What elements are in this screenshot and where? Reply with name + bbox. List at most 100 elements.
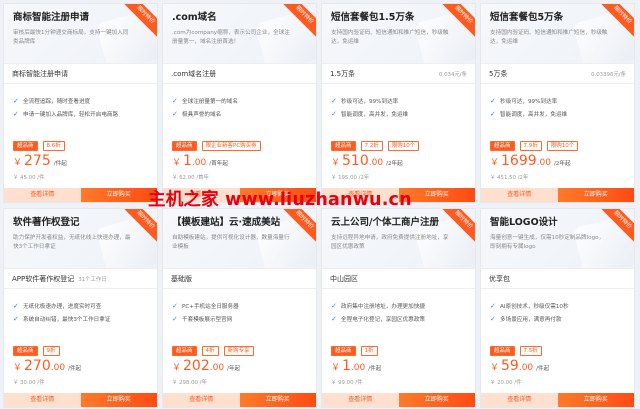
view-details-button[interactable]: 查看详情 [481, 188, 558, 202]
card-title[interactable]: 【模板建站】云·速成美站 [172, 214, 308, 228]
original-price: ￥ 99.00 /件 [331, 380, 363, 386]
promo-tag: 4折 [201, 346, 219, 356]
price: ￥ 1699.00/2年起 [490, 153, 571, 169]
card-title[interactable]: 软件著作权登记 [13, 214, 149, 228]
promo-tag: 超品商 [172, 141, 197, 151]
promo-tag: 超品商 [13, 346, 38, 356]
promo-tag: 超品商 [331, 141, 356, 151]
product-card[interactable]: 限时特价 软件著作权登记 助力保护开发者权益，无纸化线上快速办理，最快3个工作日… [3, 208, 158, 408]
currency-symbol: ￥ [172, 158, 182, 168]
price-unit: /2年起 [386, 161, 403, 167]
promo-tag: 超品商 [13, 141, 38, 151]
card-title[interactable]: 云上公司/个体工商户注册 [331, 214, 467, 228]
promo-tag: 9折 [42, 346, 60, 356]
currency-symbol: ￥ [331, 158, 341, 168]
product-card[interactable]: 限时特价 【模板建站】云·速成美站 自助模板建站，提供可视化设计器，数量海量行业… [162, 208, 317, 408]
product-card[interactable]: 限时特价 短信套餐包5万条 支持国内验证码、短信通知和推广短信，秒级触达，免运维… [480, 3, 635, 203]
feature-item: ✓ 政府集中注册地址，办理更加快捷 [331, 301, 425, 310]
feature-item: ✓ AI原创技术，秒级仅需10秒 [490, 301, 569, 310]
feature-item: ✓ 全球注册量第一的域名 [172, 96, 238, 105]
original-price: ￥ 30.00 /件 [13, 380, 45, 386]
price-amount: 1 [183, 153, 192, 169]
spec-selector[interactable]: APP软件著作权登记 31个工作日 [4, 268, 157, 289]
original-price: ￥ 195.00 /2年 [331, 175, 370, 181]
card-header: 限时特价 短信套餐包5万条 支持国内验证码、短信通知和推广短信，秒级触达，免运维 [481, 4, 634, 63]
spec-selector[interactable]: 优享包 [481, 268, 634, 289]
card-header: 限时特价 云上公司/个体工商户注册 支持远程异地申请，政府免费提供注册地址，享园… [322, 209, 475, 268]
spec-selector[interactable]: 1.5万条 0.034元/条 [322, 63, 475, 84]
original-price: ￥ 451.50 /2年 [490, 175, 529, 181]
card-actions: 查看详情 立即购买 [481, 188, 634, 202]
spec-selector[interactable]: 5万条 0.03396元/条 [481, 63, 634, 84]
feature-list: ✓ 无纸化极速办理，进度实时可查 ✓ 系统自动纠错，最快3个工作日拿证 [4, 289, 157, 339]
price-amount: 270 [24, 358, 51, 374]
card-header: 限时特价 软件著作权登记 助力保护开发者权益，无纸化线上快速办理，最快3个工作日… [4, 209, 157, 268]
promo-tags: 超品商 9折 [13, 346, 60, 356]
price-amount: 202 [183, 358, 210, 374]
view-details-button[interactable]: 查看详情 [4, 393, 81, 407]
currency-symbol: ￥ [490, 363, 500, 373]
price-unit: /首年起 [209, 161, 228, 167]
card-description: 支持国内验证码、短信通知和推广短信，秒级触达，免运维 [331, 30, 449, 45]
product-card[interactable]: 限时特价 .com域名 .com为company缩称，表示公司企业，全球注册量第… [162, 3, 317, 203]
feature-list: ✓ 政府集中注册地址，办理更加快捷 ✓ 全程电子化登记，享园区优惠政策 [322, 289, 475, 339]
buy-now-button[interactable]: 立即购买 [80, 188, 157, 202]
view-details-button[interactable]: 查看详情 [322, 393, 399, 407]
price: ￥ 270.00/件起 [13, 358, 81, 374]
price-amount: 59 [501, 358, 519, 374]
card-title[interactable]: 短信套餐包5万条 [490, 9, 626, 23]
price-unit: /年起 [227, 366, 241, 372]
product-card[interactable]: 限时特价 智能LOGO设计 海量创意一键生成，仅需10秒定制品牌logo，即刻拥… [480, 208, 635, 408]
card-title[interactable]: 商标智能注册申请 [13, 9, 149, 23]
spec-unit-price: 0.034元/条 [438, 71, 467, 78]
spec-label: 商标智能注册申请 [12, 69, 68, 78]
buy-now-button[interactable]: 立即购买 [557, 188, 634, 202]
card-description: 助力保护开发者权益，无纸化线上快速办理，最快3个工作日拿证 [13, 235, 131, 250]
feature-item: ✓ 申请一键加入品牌库，轻松开启电商路 [13, 109, 119, 118]
price-unit: /件起 [53, 161, 67, 167]
price-amount: 1699 [501, 153, 537, 169]
product-card[interactable]: 限时特价 短信套餐包1.5万条 支持国内验证码、短信通知和推广短信，秒级触达，免… [321, 3, 476, 203]
card-title[interactable]: 智能LOGO设计 [490, 214, 626, 228]
price-decimal: .00 [350, 363, 366, 373]
check-icon: ✓ [172, 314, 178, 323]
buy-now-button[interactable]: 立即购买 [239, 393, 316, 407]
watermark-text: 主机之家 www.liuzhanwu.cn [148, 190, 412, 210]
card-title[interactable]: 短信套餐包1.5万条 [331, 9, 467, 23]
feature-item: ✓ 秒级可达，99%到达率 [331, 96, 399, 105]
card-description: 审核后最快1分钟递交商标局，支持一键加入同类品牌库 [13, 30, 129, 45]
product-card[interactable]: 限时特价 商标智能注册申请 审核后最快1分钟递交商标局，支持一键加入同类品牌库 … [3, 3, 158, 203]
spec-label: 中山园区 [330, 274, 358, 283]
price-amount: 1 [342, 358, 351, 374]
spec-label: 1.5万条 [330, 69, 356, 78]
card-title[interactable]: .com域名 [172, 9, 308, 23]
price-decimal: .00 [209, 363, 225, 373]
spec-label: .com域名注册 [171, 69, 217, 78]
price-unit: /2年起 [553, 161, 571, 167]
price: ￥ 1.00/首年起 [172, 153, 228, 169]
view-details-button[interactable]: 查看详情 [163, 393, 240, 407]
spec-selector[interactable]: 中山园区 [322, 268, 475, 289]
promo-tags: 超品商 7.9折 限购10个 [490, 141, 579, 151]
check-icon: ✓ [172, 96, 178, 105]
view-details-button[interactable]: 查看详情 [4, 188, 81, 202]
original-price: ￥ 20.00 /件 [490, 380, 522, 386]
spec-selector[interactable]: 商标智能注册申请 [4, 63, 157, 84]
card-actions: 查看详情 立即购买 [322, 393, 475, 407]
buy-now-button[interactable]: 立即购买 [398, 393, 475, 407]
original-price: ￥ 45.00 /件 [13, 175, 45, 181]
product-card[interactable]: 限时特价 云上公司/个体工商户注册 支持远程异地申请，政府免费提供注册地址，享园… [321, 208, 476, 408]
promo-tag: 超品商 [490, 141, 515, 151]
promo-tag: 限企业新客PC购买券 [201, 141, 261, 151]
currency-symbol: ￥ [13, 363, 23, 373]
price-decimal: .00 [191, 158, 207, 168]
price-amount: 275 [24, 153, 51, 169]
feature-list: ✓ 全流程追踪，随时查看进度 ✓ 申请一键加入品牌库，轻松开启电商路 [4, 84, 157, 134]
buy-now-button[interactable]: 立即购买 [80, 393, 157, 407]
card-actions: 查看详情 立即购买 [4, 393, 157, 407]
check-icon: ✓ [331, 109, 337, 118]
view-details-button[interactable]: 查看详情 [481, 393, 558, 407]
spec-selector[interactable]: .com域名注册 [163, 63, 316, 84]
buy-now-button[interactable]: 立即购买 [557, 393, 634, 407]
spec-selector[interactable]: 基础版 [163, 268, 316, 289]
